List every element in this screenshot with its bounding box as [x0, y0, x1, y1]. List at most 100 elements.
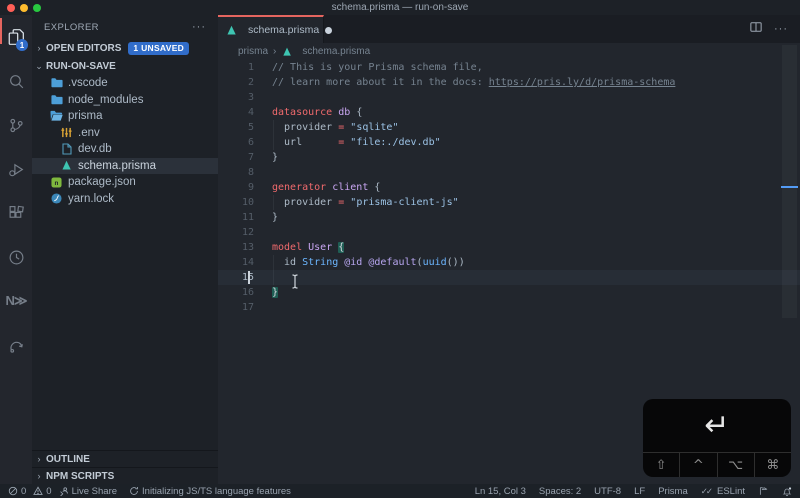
status-indentation[interactable]: Spaces: 2: [539, 486, 581, 497]
activity-item-clock-extension[interactable]: [0, 235, 32, 279]
tab-schema-prisma[interactable]: schema.prisma: [218, 15, 333, 43]
code-line-16[interactable]: 16}: [218, 285, 800, 300]
breadcrumb-file[interactable]: schema.prisma: [302, 46, 370, 57]
file-label: node_modules: [68, 93, 144, 106]
line-text: model User {: [272, 242, 345, 253]
folder-open-icon: [50, 110, 63, 123]
extensions-icon: [8, 205, 25, 222]
liveshare-icon: [59, 486, 69, 496]
activity-bar: 1 N≫: [0, 15, 32, 484]
prisma-icon: [225, 24, 238, 37]
code-line-2[interactable]: 2 // learn more about it in the docs: htt…: [218, 75, 800, 90]
status-notifications[interactable]: [782, 486, 792, 497]
file-row--vscode[interactable]: .vscode: [32, 75, 218, 92]
sync-icon: [129, 486, 139, 496]
section-npm-scripts[interactable]: › NPM SCRIPTS: [32, 467, 218, 484]
prisma-icon: [60, 159, 73, 172]
file-row-yarn-lock[interactable]: yarn.lock: [32, 191, 218, 208]
status-label: Initializing JS/TS language features: [142, 485, 291, 497]
status-language-mode[interactable]: Prisma: [658, 486, 688, 497]
code-line-8[interactable]: 8: [218, 165, 800, 180]
activity-item-explorer[interactable]: 1: [0, 15, 32, 59]
search-icon: [8, 73, 25, 90]
title-bar: schema.prisma — run-on-save: [0, 0, 800, 15]
file-row-schema-prisma[interactable]: schema.prisma: [32, 157, 218, 174]
scrollbar[interactable]: [782, 45, 797, 318]
double-check-icon: ✓✓: [700, 485, 713, 496]
workspace-root-row[interactable]: ⌄ RUN-ON-SAVE: [32, 57, 218, 75]
code-area[interactable]: 1 // This is your Prisma schema file, 2 // …: [218, 60, 800, 315]
line-number: 2: [247, 77, 254, 88]
error-icon: [8, 486, 18, 496]
code-line-10[interactable]: 10 provider = "prisma-client-js": [218, 195, 800, 210]
code-line-13[interactable]: 13 model User {: [218, 240, 800, 255]
workspace-root-label: RUN-ON-SAVE: [46, 60, 116, 72]
code-line-6[interactable]: 6 url = "file:./dev.db": [218, 135, 800, 150]
line-text: [254, 225, 272, 240]
line-text: [254, 270, 272, 285]
tab-label: schema.prisma: [248, 24, 320, 36]
indent-guide: [272, 255, 274, 285]
status-feedback[interactable]: [758, 486, 769, 496]
status-eslint[interactable]: ✓✓ ESLint: [701, 486, 745, 497]
yarn-icon: [50, 192, 63, 205]
status-live-share[interactable]: Live Share: [59, 486, 117, 497]
more-actions-icon[interactable]: ···: [774, 23, 788, 35]
file-row-package-json[interactable]: n package.json: [32, 174, 218, 191]
activity-item-swirl-extension[interactable]: [0, 323, 32, 367]
code-line-7[interactable]: 7}: [218, 150, 800, 165]
status-eol[interactable]: LF: [634, 486, 645, 497]
code-line-15[interactable]: 15: [218, 270, 800, 289]
activity-item-source-control[interactable]: [0, 103, 32, 147]
code-line-1[interactable]: 1 // This is your Prisma schema file,: [218, 60, 800, 75]
code-line-3[interactable]: 3: [218, 90, 800, 105]
file-row--env[interactable]: .env: [32, 125, 218, 142]
status-encoding[interactable]: UTF-8: [594, 486, 621, 497]
file-row-dev-db[interactable]: dev.db: [32, 141, 218, 158]
file-row-node-modules[interactable]: node_modules: [32, 92, 218, 109]
code-line-4[interactable]: 4 datasource db {: [218, 105, 800, 120]
open-editors-section[interactable]: › OPEN EDITORS 1 UNSAVED: [32, 39, 218, 57]
line-number: 11: [241, 212, 254, 223]
code-line-9[interactable]: 9 generator client {: [218, 180, 800, 195]
code-line-17[interactable]: 17: [218, 300, 800, 315]
line-number: 13: [241, 242, 254, 253]
file-icon: [60, 143, 73, 156]
line-number: 4: [247, 107, 254, 118]
code-line-11[interactable]: 11}: [218, 210, 800, 225]
status-warning-icon[interactable]: 0: [33, 486, 52, 497]
line-text: id String @id @default(uuid()): [272, 257, 465, 268]
bell-icon: [782, 486, 792, 497]
line-text: url = "file:./dev.db": [272, 137, 441, 148]
file-row-prisma[interactable]: prisma: [32, 108, 218, 125]
code-line-12[interactable]: 12: [218, 225, 800, 240]
activity-item-letter-n-extension[interactable]: N≫: [0, 279, 32, 323]
status-label: ESLint: [717, 485, 745, 497]
text-cursor: [248, 271, 250, 284]
status-error-icon[interactable]: 0: [8, 486, 26, 497]
modified-dot-icon: [325, 26, 333, 34]
line-text: provider = "prisma-client-js": [272, 197, 459, 208]
activity-item-search[interactable]: [0, 59, 32, 103]
code-line-5[interactable]: 5 provider = "sqlite": [218, 120, 800, 135]
modifier-keys-row: ⇧ ^ ⌥ ⌘: [643, 452, 791, 477]
sidebar-header: EXPLORER ···: [32, 15, 218, 39]
split-editor-icon[interactable]: [750, 20, 762, 38]
status-label: UTF-8: [594, 485, 622, 497]
activity-item-extensions[interactable]: [0, 191, 32, 235]
clock-icon: [8, 249, 25, 266]
section-outline[interactable]: › OUTLINE: [32, 450, 218, 467]
line-text: generator client {: [272, 182, 381, 193]
modifier-key-icon: ⌘: [753, 453, 791, 477]
run-debug-icon: [8, 161, 25, 178]
more-actions-icon[interactable]: ···: [192, 21, 206, 33]
chevron-right-icon: ›: [37, 471, 41, 481]
editor-actions: ···: [750, 15, 800, 43]
file-label: .vscode: [68, 77, 108, 90]
code-line-14[interactable]: 14 id String @id @default(uuid()): [218, 255, 800, 270]
breadcrumb-folder[interactable]: prisma: [238, 46, 268, 57]
activity-item-run-debug[interactable]: [0, 147, 32, 191]
status-language-status[interactable]: Initializing JS/TS language features: [129, 486, 291, 497]
status-cursor-position[interactable]: Ln 15, Col 3: [475, 486, 526, 497]
breadcrumb[interactable]: prisma › schema.prisma: [218, 43, 800, 60]
